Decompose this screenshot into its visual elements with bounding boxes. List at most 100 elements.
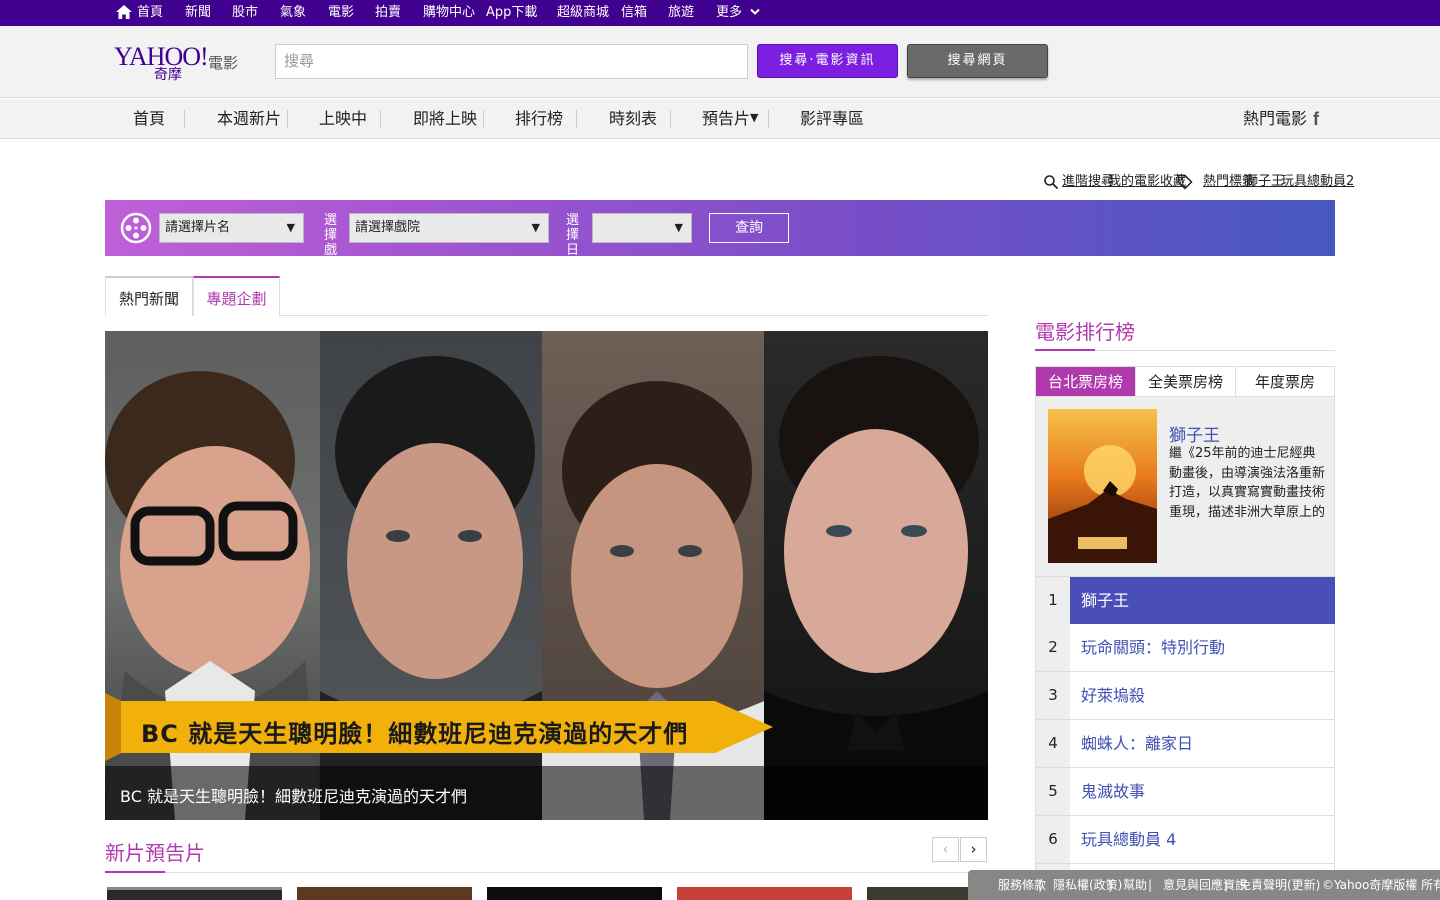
ranking-section-title: 電影排行榜 [1035, 320, 1135, 344]
footer-disclaimer-link[interactable]: 免責聲明(更新) [1239, 870, 1320, 900]
nav-reviews[interactable]: 影評專區 [800, 99, 864, 139]
caret-down-icon: ▼ [750, 111, 759, 124]
hero-caption[interactable]: BC 就是天生聰明臉！細數班尼迪克演過的天才們 [120, 783, 467, 807]
query-button[interactable]: 查詢 [709, 213, 789, 243]
top-nav-auction[interactable]: 拍賣 [375, 0, 401, 26]
rank-title[interactable]: 好萊塢殺 [1081, 672, 1145, 719]
nav-trailers[interactable]: 預告片▼ [702, 99, 758, 139]
nav-coming-soon[interactable]: 即將上映 [413, 99, 477, 139]
tab-taipei-box-office[interactable]: 台北票房榜 [1036, 367, 1135, 396]
section-underline [105, 871, 165, 873]
rank-title[interactable]: 蜘蛛人：離家日 [1081, 720, 1193, 767]
theater-label: 選擇戲院 [324, 213, 338, 273]
caret-down-icon: ▼ [286, 221, 295, 234]
tab-annual-box-office[interactable]: 年度票房 [1236, 367, 1334, 396]
ranking-tabs: 台北票房榜 全美票房榜 年度票房 [1035, 366, 1335, 397]
top-nav-mail[interactable]: 信箱 [621, 0, 647, 26]
trailers-section-title: 新片預告片 [105, 841, 205, 865]
tab-features[interactable]: 專題企劃 [193, 276, 280, 316]
nav-divider [576, 110, 577, 128]
carousel-prev-button[interactable]: ‹ [932, 837, 959, 862]
top-nav-travel[interactable]: 旅遊 [668, 0, 694, 26]
caret-down-icon: ▼ [674, 221, 683, 234]
nav-divider [287, 110, 288, 128]
ranking-item[interactable]: 1 獅子王 [1035, 576, 1335, 624]
carousel-next-button[interactable]: › [960, 837, 987, 862]
top-nav-bar: 首頁 新聞 股市 氣象 電影 拍賣 購物中心 App下載 超級商城 信箱 旅遊 … [0, 0, 1440, 26]
top-nav-shopping[interactable]: 購物中心 [423, 0, 475, 26]
my-collection-link[interactable]: 我的電影收藏 [1108, 172, 1186, 192]
nav-home[interactable]: 首頁 [133, 99, 165, 139]
tag-toy-story-link[interactable]: 玩具總動員2 [1281, 172, 1354, 192]
footer-bar: 服務條款 | 隱私權(政策) | 幫助 | 意見與回應資訊 | 免責聲明(更新)… [968, 870, 1440, 900]
trailer-thumbnail[interactable] [297, 887, 472, 900]
rank-number: 5 [1036, 768, 1070, 815]
nav-divider [483, 110, 484, 128]
yahoo-movies-logo[interactable]: YAHOO! 奇摩 電影 [114, 42, 244, 86]
ranking-item[interactable]: 4 蜘蛛人：離家日 [1035, 720, 1335, 768]
nav-rankings[interactable]: 排行榜 [515, 99, 563, 139]
nav-hot-movies[interactable]: 熱門電影 [1243, 99, 1307, 139]
top-nav-stock[interactable]: 股市 [232, 0, 258, 26]
trailer-thumbnail[interactable] [867, 887, 968, 900]
movie-select[interactable]: 請選擇片名 ▼ [159, 213, 304, 243]
top-nav-movies[interactable]: 電影 [328, 0, 354, 26]
rank-title[interactable]: 玩命關頭：特別行動 [1081, 624, 1225, 671]
trailer-thumbnail[interactable] [107, 887, 282, 900]
hero-carousel[interactable]: BC 就是天生聰明臉！細數班尼迪克演過的天才們 BC 就是天生聰明臉！細數班尼迪… [105, 331, 988, 820]
ranking-item[interactable]: 2 玩命關頭：特別行動 [1035, 624, 1335, 672]
nav-now-showing[interactable]: 上映中 [319, 99, 367, 139]
featured-movie-card[interactable]: 獅子王 繼《25年前的迪士尼經典動畫後，由導演強法洛重新打造，以真實寫實動畫技術… [1035, 397, 1335, 576]
advanced-search-link[interactable]: 進階搜尋 [1062, 172, 1114, 192]
theater-select[interactable]: 請選擇戲院 ▼ [349, 213, 549, 243]
tag-icon [1177, 174, 1193, 190]
trailer-thumbnail[interactable] [677, 887, 852, 900]
rank-number: 1 [1036, 577, 1070, 624]
rank-title[interactable]: 鬼滅故事 [1081, 768, 1145, 815]
hero-banner-text: BC 就是天生聰明臉！細數班尼迪克演過的天才們 [141, 720, 689, 748]
footer-copyright: ©Yahoo奇摩版權 所有 [1322, 878, 1440, 892]
rank-number: 6 [1036, 816, 1070, 863]
top-nav-mall[interactable]: 超級商城 [557, 0, 609, 26]
footer-help-link[interactable]: 幫助 [1123, 870, 1147, 900]
ranking-item[interactable]: 3 好萊塢殺 [1035, 672, 1335, 720]
chevron-down-icon [750, 8, 760, 15]
main-nav: 首頁 本週新片 上映中 即將上映 排行榜 時刻表 預告片▼ 影評專區 熱門電影 … [0, 99, 1440, 139]
film-reel-icon [120, 212, 152, 244]
search-input[interactable]: 搜尋 [275, 44, 748, 79]
nav-showtimes[interactable]: 時刻表 [609, 99, 657, 139]
top-nav-more[interactable]: 更多 [716, 0, 760, 26]
trailer-thumbnail[interactable] [487, 887, 662, 900]
ranking-item[interactable]: 5 鬼滅故事 [1035, 768, 1335, 816]
footer-separator: | [1224, 878, 1229, 892]
nav-new-releases[interactable]: 本週新片 [217, 99, 281, 139]
footer-separator: | [1038, 878, 1043, 892]
footer-separator: | [1148, 878, 1153, 892]
section-underline [1035, 349, 1095, 351]
top-nav-app[interactable]: App下載 [486, 0, 537, 26]
featured-movie-title[interactable]: 獅子王 [1169, 421, 1220, 446]
top-nav-weather[interactable]: 氣象 [280, 0, 306, 26]
search-web-button[interactable]: 搜尋網頁 [907, 44, 1048, 78]
site-header: YAHOO! 奇摩 電影 搜尋 搜尋·電影資訊 搜尋網頁 [0, 26, 1440, 98]
showtime-filter-bar: 請選擇片名 ▼ 選擇戲院 請選擇戲院 ▼ 選擇日期 ▼ 查詢 [105, 200, 1335, 273]
rank-title[interactable]: 獅子王 [1081, 577, 1129, 624]
rank-title[interactable]: 玩具總動員 4 [1081, 816, 1176, 863]
tag-lion-king-link[interactable]: 獅子王 [1245, 172, 1284, 192]
footer-feedback-link[interactable]: 意見與回應資訊 [1163, 870, 1247, 900]
tab-us-box-office[interactable]: 全美票房榜 [1136, 367, 1235, 396]
facebook-icon[interactable]: f [1313, 109, 1327, 129]
tab-hot-news[interactable]: 熱門新聞 [105, 276, 193, 316]
search-movie-button[interactable]: 搜尋·電影資訊 [757, 44, 898, 78]
ranking-item[interactable]: 6 玩具總動員 4 [1035, 816, 1335, 864]
date-select[interactable]: ▼ [592, 213, 692, 243]
nav-divider [670, 110, 671, 128]
top-nav-news[interactable]: 新聞 [185, 0, 211, 26]
movie-poster-image [1048, 409, 1157, 563]
top-nav-home[interactable]: 首頁 [116, 0, 163, 26]
search-icon [1044, 175, 1059, 190]
section-divider [105, 872, 988, 873]
date-label: 選擇日期 [566, 213, 580, 273]
rank-number: 2 [1036, 624, 1070, 671]
rank-number: 3 [1036, 672, 1070, 719]
